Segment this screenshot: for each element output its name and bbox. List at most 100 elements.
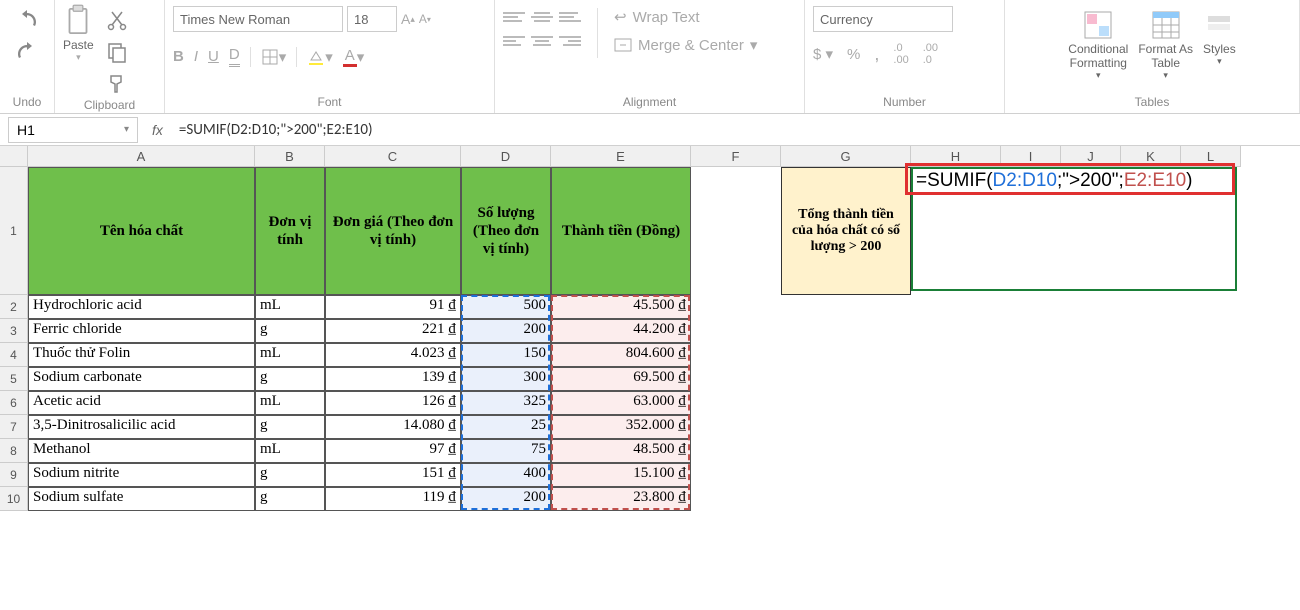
row-header-1[interactable]: 1 [0, 167, 28, 295]
name-box[interactable]: H1 ▾ [8, 117, 138, 143]
cell-qty[interactable]: 300 [461, 367, 551, 391]
row-header-8[interactable]: 8 [0, 439, 28, 463]
table-header[interactable]: Tên hóa chất [28, 167, 255, 295]
align-left-button[interactable] [503, 32, 525, 50]
borders-button[interactable]: ▾ [261, 48, 287, 66]
cell-qty[interactable]: 200 [461, 319, 551, 343]
column-header-H[interactable]: H [911, 146, 1001, 167]
align-bottom-button[interactable] [559, 8, 581, 26]
cell-editor[interactable]: =SUMIF(D2:D10;">200";E2:E10) [911, 167, 1237, 291]
paste-button[interactable]: Paste ▾ [63, 4, 94, 63]
row-header-6[interactable]: 6 [0, 391, 28, 415]
cell-name[interactable]: Acetic acid [28, 391, 255, 415]
redo-button[interactable] [10, 42, 44, 66]
row-header-3[interactable]: 3 [0, 319, 28, 343]
cell-qty[interactable]: 325 [461, 391, 551, 415]
align-center-button[interactable] [531, 32, 553, 50]
currency-button[interactable]: $ ▾ [813, 45, 833, 63]
column-header-K[interactable]: K [1121, 146, 1181, 167]
cell-unit[interactable]: g [255, 367, 325, 391]
cell-unit[interactable]: g [255, 319, 325, 343]
increase-font-button[interactable]: A▴ [401, 11, 415, 27]
cell-unit[interactable]: g [255, 487, 325, 511]
decrease-decimal-button[interactable]: .00.0 [923, 42, 938, 66]
conditional-formatting-button[interactable]: ConditionalFormatting▾ [1068, 8, 1128, 81]
bold-button[interactable]: B [173, 48, 184, 65]
table-header[interactable]: Đơn giá (Theo đơn vị tính) [325, 167, 461, 295]
cell-qty[interactable]: 400 [461, 463, 551, 487]
cell-name[interactable]: Sodium nitrite [28, 463, 255, 487]
cell-name[interactable]: Sodium carbonate [28, 367, 255, 391]
percent-button[interactable]: % [847, 46, 860, 63]
cell-price[interactable]: 221 ₫ [325, 319, 461, 343]
table-header[interactable]: Đơn vị tính [255, 167, 325, 295]
cell-name[interactable]: Hydrochloric acid [28, 295, 255, 319]
column-header-G[interactable]: G [781, 146, 911, 167]
cell-total[interactable]: 804.600 ₫ [551, 343, 691, 367]
cell-total[interactable]: 44.200 ₫ [551, 319, 691, 343]
font-size-select[interactable] [347, 6, 397, 32]
cell-price[interactable]: 97 ₫ [325, 439, 461, 463]
undo-button[interactable] [10, 10, 44, 34]
cell-total[interactable]: 69.500 ₫ [551, 367, 691, 391]
cell-price[interactable]: 14.080 ₫ [325, 415, 461, 439]
table-header[interactable]: Số lượng (Theo đơn vị tính) [461, 167, 551, 295]
cell-price[interactable]: 126 ₫ [325, 391, 461, 415]
column-header-L[interactable]: L [1181, 146, 1241, 167]
italic-button[interactable]: I [194, 48, 198, 65]
align-middle-button[interactable] [531, 8, 553, 26]
copy-button[interactable] [100, 40, 134, 64]
column-header-J[interactable]: J [1061, 146, 1121, 167]
worksheet[interactable]: ABCDEFGHIJKL 12345678910 Tên hóa chấtĐơn… [0, 146, 1300, 610]
formula-input[interactable]: =SUMIF(D2:D10;">200";E2:E10) [173, 119, 1300, 141]
comma-button[interactable]: , [874, 44, 879, 65]
table-header[interactable]: Thành tiền (Đồng) [551, 167, 691, 295]
row-header-9[interactable]: 9 [0, 463, 28, 487]
format-painter-button[interactable] [100, 72, 134, 96]
number-format-select[interactable] [813, 6, 953, 32]
cell-unit[interactable]: g [255, 463, 325, 487]
cell-price[interactable]: 4.023 ₫ [325, 343, 461, 367]
styles-button[interactable]: Styles▾ [1203, 8, 1236, 67]
double-underline-button[interactable]: D [229, 46, 240, 67]
fill-color-button[interactable]: ▾ [307, 48, 333, 66]
align-top-button[interactable] [503, 8, 525, 26]
cell-total[interactable]: 63.000 ₫ [551, 391, 691, 415]
row-header-4[interactable]: 4 [0, 343, 28, 367]
cell-qty[interactable]: 25 [461, 415, 551, 439]
cell-name[interactable]: Sodium sulfate [28, 487, 255, 511]
merge-center-button[interactable]: Merge & Center ▾ [614, 36, 757, 54]
select-all-corner[interactable] [0, 146, 28, 167]
cell-name[interactable]: Thuốc thử Folin [28, 343, 255, 367]
wrap-text-button[interactable]: ↩Wrap Text [614, 8, 757, 26]
cell-qty[interactable]: 75 [461, 439, 551, 463]
cell-unit[interactable]: mL [255, 391, 325, 415]
column-header-C[interactable]: C [325, 146, 461, 167]
cell-name[interactable]: 3,5-Dinitrosalicilic acid [28, 415, 255, 439]
cell-unit[interactable]: mL [255, 295, 325, 319]
row-header-7[interactable]: 7 [0, 415, 28, 439]
column-header-I[interactable]: I [1001, 146, 1061, 167]
decrease-font-button[interactable]: A▾ [419, 12, 431, 26]
cell-total[interactable]: 15.100 ₫ [551, 463, 691, 487]
cell-price[interactable]: 139 ₫ [325, 367, 461, 391]
cell-total[interactable]: 352.000 ₫ [551, 415, 691, 439]
align-right-button[interactable] [559, 32, 581, 50]
cell-unit[interactable]: mL [255, 343, 325, 367]
font-family-select[interactable] [173, 6, 343, 32]
cell-qty[interactable]: 200 [461, 487, 551, 511]
column-header-D[interactable]: D [461, 146, 551, 167]
cell-price[interactable]: 91 ₫ [325, 295, 461, 319]
cell-name[interactable]: Methanol [28, 439, 255, 463]
format-as-table-button[interactable]: Format AsTable▾ [1138, 8, 1193, 81]
cell-name[interactable]: Ferric chloride [28, 319, 255, 343]
cell-total[interactable]: 48.500 ₫ [551, 439, 691, 463]
cell-total[interactable]: 45.500 ₫ [551, 295, 691, 319]
column-header-E[interactable]: E [551, 146, 691, 167]
cell-price[interactable]: 119 ₫ [325, 487, 461, 511]
cell-unit[interactable]: mL [255, 439, 325, 463]
column-header-A[interactable]: A [28, 146, 255, 167]
increase-decimal-button[interactable]: .0.00 [893, 42, 908, 66]
cell-qty[interactable]: 150 [461, 343, 551, 367]
cell-price[interactable]: 151 ₫ [325, 463, 461, 487]
